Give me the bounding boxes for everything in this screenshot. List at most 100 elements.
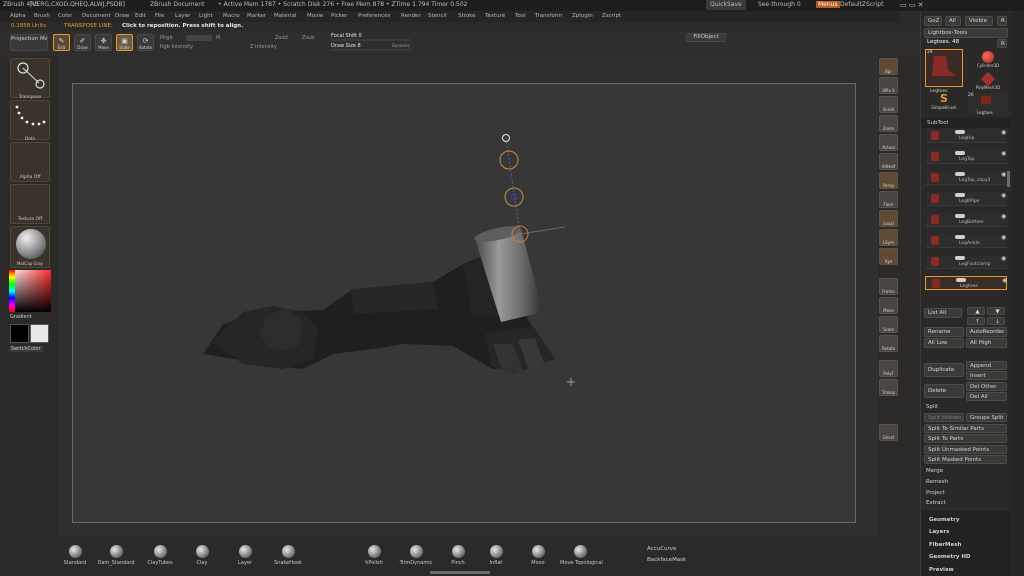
split-unmasked-button[interactable]: Split Unmasked Points (924, 445, 1007, 454)
tool-thumb-legtoes[interactable]: 24 Legtoes (925, 49, 963, 94)
edit-button[interactable]: ✎ Edit (53, 34, 70, 51)
menu-item-file[interactable]: File (155, 13, 164, 19)
focal-shift-track[interactable] (331, 39, 411, 41)
tool-r-button[interactable]: R (997, 39, 1007, 48)
list-all-button[interactable]: List All (924, 308, 962, 318)
visible-button[interactable]: Visible (965, 16, 993, 26)
auto-reorder-button[interactable]: AutoReorder (966, 327, 1007, 337)
brush-claytubes[interactable]: ClayTubes (140, 545, 180, 566)
panel-scroll-track[interactable] (1012, 11, 1024, 576)
eye-icon[interactable]: ◉ (1001, 213, 1006, 220)
shelf-actual-button[interactable]: Actual (879, 134, 898, 151)
tool-thumb-legtoes-2[interactable]: 26 Legtoes (967, 93, 1007, 115)
menu-item-zscript[interactable]: Zscript (602, 13, 621, 19)
shelf-zoom-button[interactable]: Zoom (879, 115, 898, 132)
rgb-toggle[interactable] (186, 35, 212, 41)
geometry-menu[interactable]: Geometry (929, 517, 959, 523)
subtool-row[interactable]: LegKPipe ◉ (925, 192, 1007, 206)
groups-split-button[interactable]: Groups Split (966, 413, 1007, 422)
all-button[interactable]: All (945, 16, 961, 26)
delete-button[interactable]: Delete (924, 384, 964, 398)
eye-icon[interactable]: ◉ (1001, 150, 1006, 157)
zsub-toggle[interactable]: Zsub (302, 35, 314, 41)
shelf-local-button[interactable]: Local (879, 210, 898, 227)
menu-item-render[interactable]: Render (401, 13, 421, 19)
brush-inflat[interactable]: Inflat (476, 545, 516, 566)
brush-move-topological[interactable]: Move Topological (560, 545, 603, 566)
move-button[interactable]: ✥ Move (95, 34, 112, 51)
subtool-row[interactable]: LegTop ◉ (925, 150, 1007, 164)
quicksave-button[interactable]: QuickSave (706, 0, 746, 10)
transpose-line[interactable] (499, 134, 566, 243)
brush-layer[interactable]: Layer (225, 545, 265, 566)
shelf-lsym-button[interactable]: LSym (879, 229, 898, 246)
shelf-frame-button[interactable]: Frame (879, 278, 898, 295)
dynamic-toggle[interactable]: Dynamic (392, 43, 410, 48)
subtool-header[interactable]: SubTool (921, 118, 1011, 128)
eye-icon[interactable]: ◉ (1001, 171, 1006, 178)
eye-icon[interactable]: ◉ (1001, 192, 1006, 199)
split-masked-button[interactable]: Split Masked Points (924, 455, 1007, 464)
move-up-step-icon[interactable]: ↑ (967, 317, 985, 325)
insert-button[interactable]: Insert (966, 371, 1007, 380)
subtool-row[interactable]: LegFootclamp ◉ (925, 255, 1007, 269)
brush-trimdynamic[interactable]: TrimDynamic (396, 545, 436, 566)
canvas[interactable] (72, 83, 856, 523)
draw-size-track[interactable] (331, 49, 411, 51)
shelf-aahalf-button[interactable]: AAHalf (879, 153, 898, 170)
shelf-polyf-button[interactable]: PolyF (879, 360, 898, 377)
switch-color-button[interactable]: SwitchColor (9, 346, 43, 352)
menu-item-picker[interactable]: Picker (331, 13, 347, 19)
subtool-row[interactable]: LegBottom ◉ (925, 213, 1007, 227)
duplicate-button[interactable]: Duplicate (924, 363, 964, 377)
fibermesh-menu[interactable]: FiberMesh (929, 542, 961, 548)
eye-icon[interactable]: ◉ (1001, 255, 1006, 262)
preview-menu[interactable]: Preview (929, 567, 954, 573)
brush-dam_standard[interactable]: Dam_Standard (96, 545, 136, 566)
fill-object-button[interactable]: FillObject (686, 33, 726, 42)
material-slot[interactable]: MatCap Gray (10, 226, 50, 268)
menu-item-texture[interactable]: Texture (485, 13, 505, 19)
shelf-persp-button[interactable]: Persp (879, 172, 898, 189)
transpose-slot[interactable]: Transpose (10, 58, 50, 100)
del-all-button[interactable]: Del All (966, 392, 1007, 401)
alpha-slot[interactable]: Alpha Off (10, 142, 50, 182)
main-color-swatch[interactable] (10, 324, 29, 343)
del-other-button[interactable]: Del Other (966, 382, 1007, 391)
menu-item-stroke[interactable]: Stroke (458, 13, 476, 19)
stroke-slot[interactable]: Dots (10, 100, 50, 142)
subtool-toggle[interactable] (955, 151, 965, 155)
project-section[interactable]: Project (926, 490, 945, 496)
menu-item-marker[interactable]: Marker (247, 13, 266, 19)
menu-item-movie[interactable]: Movie (307, 13, 323, 19)
brush-pinch[interactable]: Pinch (438, 545, 478, 566)
secondary-color-swatch[interactable] (30, 324, 49, 343)
shelf-ghost-button[interactable]: Ghost (879, 424, 898, 441)
eye-icon[interactable]: ◉ (1001, 234, 1006, 241)
shelf-bpr-button[interactable]: Bpr (879, 58, 898, 75)
tool-thumb-polymesh3d[interactable]: PolyMesh3D (969, 71, 1007, 95)
eye-icon[interactable]: ◉ (1001, 129, 1006, 136)
menu-item-stencil[interactable]: Stencil (428, 13, 447, 19)
default-zscript-button[interactable]: DefaultZScript (840, 1, 883, 8)
backface-mask-toggle[interactable]: BackfaceMask (647, 557, 686, 563)
zadd-toggle[interactable]: Zadd (275, 35, 288, 41)
menu-item-document[interactable]: Document (82, 13, 111, 19)
split-to-parts-button[interactable]: Split To Parts (924, 434, 1007, 443)
split-similar-parts-button[interactable]: Split To Similar Parts (924, 424, 1007, 433)
tool-thumb-cylinder3d[interactable]: Cylinder3D (969, 49, 1007, 73)
shelf-rotate-button[interactable]: Rotate (879, 335, 898, 352)
color-picker[interactable] (9, 270, 51, 312)
menus-button[interactable]: Menus (816, 1, 840, 8)
projection-master-button[interactable]: Projection Master (10, 34, 48, 51)
bottom-scroll-handle[interactable] (430, 571, 490, 574)
window-controls[interactable]: ▭ ▭ ✕ (900, 1, 924, 9)
subtool-row[interactable]: LegTop_copy1 ◉ (925, 171, 1007, 185)
subtool-row[interactable]: LegAnkle ◉ (925, 234, 1007, 248)
menu-item-edit[interactable]: Edit (135, 13, 146, 19)
move-down-arrow-icon[interactable]: ▼ (987, 307, 1005, 315)
remesh-section[interactable]: Remesh (926, 479, 948, 485)
shelf-floor-button[interactable]: Floor (879, 191, 898, 208)
subtool-row[interactable]: Legtoes ◉ (925, 276, 1007, 290)
split-section-label[interactable]: Split (926, 404, 938, 410)
